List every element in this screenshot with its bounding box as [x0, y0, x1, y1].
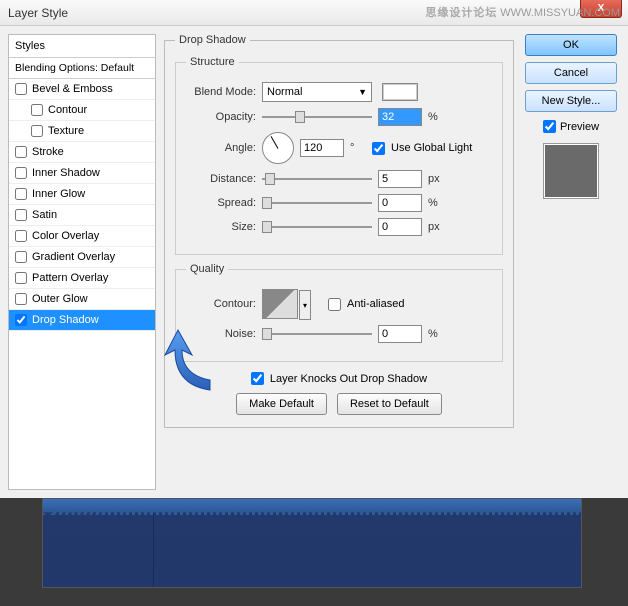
angle-input[interactable] — [300, 139, 344, 157]
style-label: Pattern Overlay — [32, 272, 108, 284]
distance-input[interactable] — [378, 170, 422, 188]
drop-shadow-group: Drop Shadow Structure Blend Mode: Normal… — [164, 34, 514, 428]
style-item-inner-shadow[interactable]: Inner Shadow — [9, 163, 155, 184]
angle-dial[interactable] — [262, 132, 294, 164]
style-label: Stroke — [32, 146, 64, 158]
style-checkbox[interactable] — [15, 293, 27, 305]
style-label: Gradient Overlay — [32, 251, 115, 263]
preview-checkbox[interactable] — [543, 120, 556, 133]
style-checkbox[interactable] — [15, 251, 27, 263]
style-label: Color Overlay — [32, 230, 99, 242]
style-item-outer-glow[interactable]: Outer Glow — [9, 289, 155, 310]
style-label: Bevel & Emboss — [32, 83, 113, 95]
style-item-pattern-overlay[interactable]: Pattern Overlay — [9, 268, 155, 289]
contour-label: Contour: — [186, 298, 256, 310]
style-label: Satin — [32, 209, 57, 221]
blending-options-row[interactable]: Blending Options: Default — [9, 58, 155, 79]
style-checkbox[interactable] — [15, 146, 27, 158]
angle-label: Angle: — [186, 142, 256, 154]
noise-label: Noise: — [186, 328, 256, 340]
style-label: Inner Glow — [32, 188, 85, 200]
anti-aliased-checkbox[interactable] — [328, 298, 341, 311]
knockout-checkbox[interactable] — [251, 372, 264, 385]
opacity-slider[interactable] — [262, 110, 372, 124]
style-item-gradient-overlay[interactable]: Gradient Overlay — [9, 247, 155, 268]
style-label: Contour — [48, 104, 87, 116]
spread-input[interactable] — [378, 194, 422, 212]
blend-mode-select[interactable]: Normal▼ — [262, 82, 372, 102]
style-item-inner-glow[interactable]: Inner Glow — [9, 184, 155, 205]
dialog-buttons: OK Cancel New Style... Preview — [522, 34, 620, 490]
style-checkbox[interactable] — [15, 230, 27, 242]
ok-button[interactable]: OK — [525, 34, 617, 56]
style-label: Inner Shadow — [32, 167, 100, 179]
spread-label: Spread: — [186, 197, 256, 209]
background-canvas-preview — [42, 498, 582, 588]
style-checkbox[interactable] — [15, 272, 27, 284]
styles-header[interactable]: Styles — [9, 35, 155, 58]
opacity-label: Opacity: — [186, 111, 256, 123]
new-style-button[interactable]: New Style... — [525, 90, 617, 112]
style-checkbox[interactable] — [15, 83, 27, 95]
style-item-satin[interactable]: Satin — [9, 205, 155, 226]
style-label: Outer Glow — [32, 293, 88, 305]
distance-slider[interactable] — [262, 172, 372, 186]
global-light-checkbox[interactable] — [372, 142, 385, 155]
make-default-button[interactable]: Make Default — [236, 393, 327, 415]
layer-style-dialog: Layer Style X Styles Blending Options: D… — [0, 0, 628, 498]
spread-slider[interactable] — [262, 196, 372, 210]
preview-swatch — [543, 143, 599, 199]
window-title: Layer Style — [8, 6, 68, 20]
chevron-down-icon: ▼ — [358, 87, 367, 97]
global-light-label: Use Global Light — [391, 142, 472, 154]
style-checkbox[interactable] — [31, 125, 43, 137]
shadow-color-swatch[interactable] — [382, 83, 418, 101]
style-checkbox[interactable] — [31, 104, 43, 116]
size-label: Size: — [186, 221, 256, 233]
chevron-down-icon[interactable]: ▾ — [299, 290, 311, 320]
noise-slider[interactable] — [262, 327, 372, 341]
style-item-texture[interactable]: Texture — [9, 121, 155, 142]
style-checkbox[interactable] — [15, 167, 27, 179]
contour-picker[interactable]: ▾ — [262, 289, 298, 319]
effect-panel: Drop Shadow Structure Blend Mode: Normal… — [164, 34, 514, 490]
watermark: 思缘设计论坛 WWW.MISSYUAN.COM — [425, 4, 620, 20]
style-item-stroke[interactable]: Stroke — [9, 142, 155, 163]
style-label: Texture — [48, 125, 84, 137]
preview-label: Preview — [560, 121, 599, 133]
cancel-button[interactable]: Cancel — [525, 62, 617, 84]
knockout-label: Layer Knocks Out Drop Shadow — [270, 373, 427, 385]
style-item-bevel-emboss[interactable]: Bevel & Emboss — [9, 79, 155, 100]
opacity-input[interactable] — [378, 108, 422, 126]
effect-title: Drop Shadow — [175, 34, 250, 46]
style-checkbox[interactable] — [15, 209, 27, 221]
style-label: Drop Shadow — [32, 314, 99, 326]
style-item-contour[interactable]: Contour — [9, 100, 155, 121]
reset-default-button[interactable]: Reset to Default — [337, 393, 442, 415]
distance-label: Distance: — [186, 173, 256, 185]
anti-aliased-label: Anti-aliased — [347, 298, 404, 310]
noise-input[interactable] — [378, 325, 422, 343]
styles-list: Styles Blending Options: Default Bevel &… — [8, 34, 156, 490]
style-item-drop-shadow[interactable]: Drop Shadow — [9, 310, 155, 331]
size-slider[interactable] — [262, 220, 372, 234]
quality-group: Quality Contour: ▾ Anti-aliased Noise: % — [175, 263, 503, 362]
structure-group: Structure Blend Mode: Normal▼ Opacity: % — [175, 56, 503, 255]
style-item-color-overlay[interactable]: Color Overlay — [9, 226, 155, 247]
blend-mode-label: Blend Mode: — [186, 86, 256, 98]
style-checkbox[interactable] — [15, 188, 27, 200]
style-checkbox[interactable] — [15, 314, 27, 326]
size-input[interactable] — [378, 218, 422, 236]
